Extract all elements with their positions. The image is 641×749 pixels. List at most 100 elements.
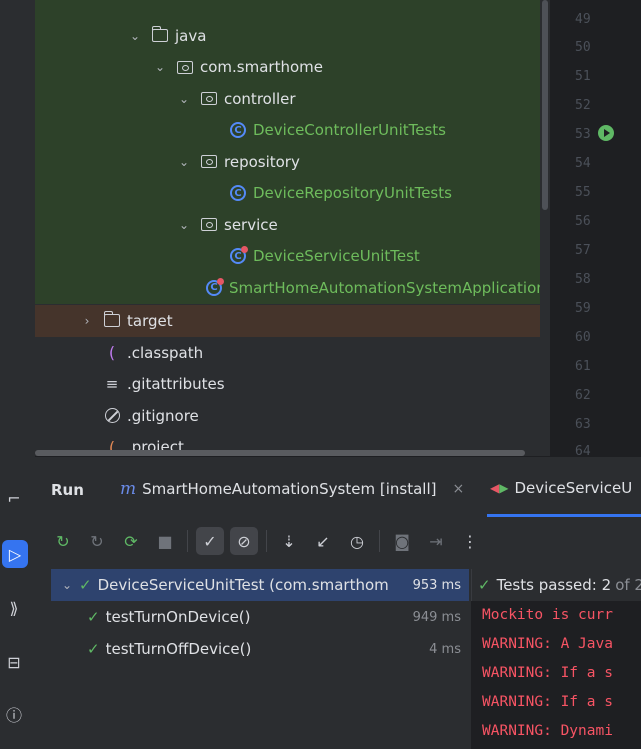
tree-vertical-scrollbar[interactable] — [540, 0, 550, 456]
tree-row-java[interactable]: ⌄ java — [35, 20, 550, 52]
line-number: 50 — [575, 40, 591, 55]
chevron-right-icon[interactable]: › — [79, 314, 95, 328]
collapse-all-icon[interactable]: ↙ — [309, 527, 337, 555]
runnable-class-icon: C — [205, 277, 224, 296]
tree-row-controller[interactable]: ⌄ controller — [35, 83, 550, 115]
hammer-icon[interactable]: ⌐ — [0, 484, 28, 512]
tree-row-classpath[interactable]: ( .classpath — [35, 337, 550, 369]
tree-row-test[interactable] — [35, 0, 550, 20]
line-number: 62 — [575, 388, 591, 403]
rerun-failed-icon[interactable]: ↻ — [83, 527, 111, 555]
tree-row-service[interactable]: ⌄ service — [35, 209, 550, 241]
line-number: 58 — [575, 272, 591, 287]
terminal-icon[interactable]: ⊟ — [0, 648, 28, 676]
line-number: 49 — [575, 12, 591, 27]
tab-maven-install[interactable]: m SmartHomeAutomationSystem [install] × — [120, 479, 464, 499]
tab-device-service-unit-test[interactable]: ◀▶ DeviceServiceU — [490, 479, 632, 497]
tab-label: SmartHomeAutomationSystem [install] — [142, 480, 437, 498]
run-panel-title: Run — [51, 481, 84, 499]
close-icon[interactable]: × — [452, 481, 464, 497]
tree-item-label: java — [175, 26, 207, 45]
chevron-down-icon[interactable]: ⌄ — [59, 578, 75, 592]
tree-row-gitignore[interactable]: .gitignore — [35, 400, 550, 432]
console-line: WARNING: A Java — [482, 636, 613, 652]
run-toolbar: ↻ ↻ ⟳ ■ ✓ ⊘ ⇣ ↙ ◷ ◙ ⇥ ⋮ — [35, 523, 641, 559]
test-duration: 949 ms — [412, 609, 461, 625]
tree-row-gitattributes[interactable]: ≡ .gitattributes — [35, 369, 550, 401]
chevron-down-icon[interactable]: ⌄ — [127, 29, 143, 43]
history-icon[interactable]: ◷ — [343, 527, 371, 555]
package-icon — [200, 154, 218, 170]
line-number: 60 — [575, 330, 591, 345]
test-suite-row[interactable]: ⌄ ✓ DeviceServiceUnitTest (com.smarthom … — [51, 569, 469, 601]
stop-icon[interactable]: ■ — [151, 527, 179, 555]
console-output[interactable]: ✓ Tests passed: 2 of 2 Mockito is curr W… — [471, 569, 641, 749]
more-options-icon[interactable]: ⋮ — [456, 527, 484, 555]
test-duration: 953 ms — [412, 577, 461, 593]
toolbar-separator — [379, 530, 380, 552]
chevron-down-icon[interactable]: ⌄ — [152, 60, 168, 74]
tests-passed-label: Tests passed: — [496, 576, 597, 594]
tree-row-com-smarthome[interactable]: ⌄ com.smarthome — [35, 51, 550, 83]
rerun-icon[interactable]: ↻ — [49, 527, 77, 555]
test-case-row[interactable]: ✓ testTurnOnDevice() 949 ms — [51, 601, 469, 633]
class-icon: C — [229, 122, 247, 139]
scrollbar-thumb[interactable] — [542, 0, 548, 210]
line-number: 54 — [575, 156, 591, 171]
tree-item-label: .gitignore — [127, 406, 199, 425]
chevron-down-icon[interactable]: ⌄ — [176, 92, 192, 106]
folder-icon — [103, 311, 121, 329]
test-case-row[interactable]: ✓ testTurnOffDevice() 4 ms — [51, 633, 469, 665]
tree-item-label: DeviceServiceUnitTest — [253, 247, 420, 266]
tree-item-label: DeviceRepositoryUnitTests — [253, 184, 452, 203]
folder-icon — [151, 26, 169, 44]
class-icon: C — [229, 185, 247, 202]
test-duration: 4 ms — [429, 641, 461, 657]
tree-row-device-service-unit-test[interactable]: C DeviceServiceUnitTest — [35, 240, 550, 272]
tree-item-label: DeviceControllerUnitTests — [253, 121, 446, 140]
console-line: WARNING: If a s — [482, 665, 613, 681]
tree-item-label: com.smarthome — [200, 58, 323, 77]
passed-check-icon: ✓ — [87, 608, 100, 626]
chevron-down-icon[interactable]: ⌄ — [176, 218, 192, 232]
problems-icon[interactable]: ⓘ — [0, 700, 28, 728]
tree-row-device-repository-unit-tests[interactable]: C DeviceRepositoryUnitTests — [35, 177, 550, 209]
tree-item-label: repository — [224, 152, 300, 171]
sort-icon[interactable]: ⇣ — [275, 527, 303, 555]
line-number: 57 — [575, 243, 591, 258]
services-icon[interactable]: ⟫ — [0, 594, 28, 622]
camera-icon[interactable]: ◙ — [388, 527, 416, 555]
package-icon — [200, 217, 218, 233]
tree-item-label: .classpath — [127, 343, 204, 362]
rerun-automatically-icon[interactable]: ⟳ — [117, 527, 145, 555]
test-name: DeviceServiceUnitTest (com.smarthom — [97, 576, 389, 594]
test-name: testTurnOnDevice() — [105, 608, 251, 626]
tree-row-target[interactable]: › target — [35, 305, 550, 337]
run-tool-icon[interactable]: ▷ — [2, 540, 28, 568]
console-line: WARNING: If a s — [482, 694, 613, 710]
tree-row-repository[interactable]: ⌄ repository — [35, 146, 550, 178]
tree-item-label: target — [127, 311, 173, 330]
chevron-down-icon[interactable]: ⌄ — [176, 155, 192, 169]
run-panel: Run m SmartHomeAutomationSystem [install… — [35, 456, 641, 749]
show-ignored-icon[interactable]: ⊘ — [230, 527, 258, 555]
tree-row-app-tests[interactable]: C SmartHomeAutomationSystemApplication — [35, 272, 550, 304]
toolbar-separator — [187, 530, 188, 552]
line-number: 52 — [575, 98, 591, 113]
tab-label: DeviceServiceU — [514, 479, 633, 497]
editor-gutter: 49 50 51 52 53 54 55 56 57 58 59 60 61 6… — [550, 0, 641, 459]
line-number: 53 — [575, 127, 591, 142]
line-number: 51 — [575, 69, 591, 84]
runnable-class-icon: C — [229, 246, 248, 265]
line-number: 59 — [575, 301, 591, 316]
show-passed-icon[interactable]: ✓ — [196, 527, 224, 555]
test-results-tree: ⌄ ✓ DeviceServiceUnitTest (com.smarthom … — [51, 569, 469, 665]
passed-check-icon: ✓ — [87, 640, 100, 658]
tree-row-device-controller-unit-tests[interactable]: C DeviceControllerUnitTests — [35, 114, 550, 146]
project-tree: ⌄ java ⌄ com.smarthome ⌄ controller C De… — [35, 0, 550, 456]
line-number: 56 — [575, 214, 591, 229]
toolbar-separator — [266, 530, 267, 552]
run-test-gutter-icon[interactable] — [598, 125, 614, 141]
import-icon[interactable]: ⇥ — [422, 527, 450, 555]
tests-passed-count: 2 — [601, 576, 612, 594]
